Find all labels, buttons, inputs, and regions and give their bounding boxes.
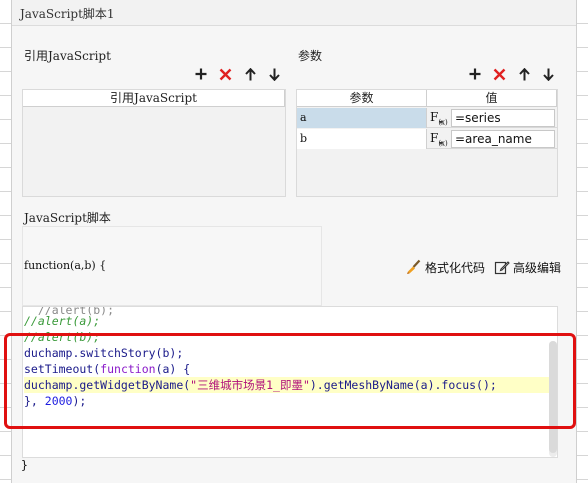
- param-value-input[interactable]: =area_name: [451, 130, 555, 148]
- imports-move-up-button[interactable]: [241, 65, 259, 83]
- javascript-dialog: JavaScript脚本1 引用JavaScript 引用JavaScript …: [4, 0, 576, 483]
- formula-button[interactable]: F(x): [428, 129, 450, 149]
- imports-add-button[interactable]: [192, 65, 210, 83]
- code-line: duchamp.switchStory(b);: [24, 346, 184, 360]
- code-line: //alert(a);: [24, 314, 101, 328]
- function-closing-brace: }: [21, 458, 28, 472]
- move-down-icon: [268, 68, 280, 81]
- chevron-down-icon: [439, 121, 443, 124]
- add-icon: [195, 68, 207, 80]
- param-name-cell[interactable]: b: [297, 129, 427, 149]
- editor-scrollbar-thumb[interactable]: [549, 341, 557, 453]
- imports-section-label: 引用JavaScript: [24, 49, 111, 63]
- dialog-titlebar: JavaScript脚本1: [12, 0, 576, 26]
- params-column-name: 参数: [297, 90, 427, 107]
- code-line: }, 2000);: [24, 394, 87, 408]
- code-line: //alert(b);: [24, 330, 101, 344]
- code-editor[interactable]: //alert(b); //alert(a); //alert(b); duch…: [22, 306, 558, 458]
- advanced-edit-label: 高级编辑: [513, 260, 562, 275]
- format-code-button[interactable]: 格式化代码: [406, 258, 485, 276]
- edit-icon: [494, 261, 510, 275]
- brush-icon: [407, 259, 421, 274]
- params-move-up-button[interactable]: [515, 65, 533, 83]
- code-line: setTimeout(function(a) {: [24, 362, 191, 376]
- add-icon: [469, 68, 481, 80]
- param-row[interactable]: b F(x) =area_name: [297, 129, 557, 149]
- params-delete-button[interactable]: [490, 65, 508, 83]
- background-sheet-right: [576, 0, 588, 483]
- move-up-icon: [518, 67, 530, 80]
- format-code-label: 格式化代码: [425, 260, 486, 275]
- params-column-value: 值: [427, 90, 557, 107]
- params-section-label: 参数: [298, 49, 323, 63]
- imports-table[interactable]: 引用JavaScript: [22, 89, 286, 197]
- imports-delete-button[interactable]: [216, 65, 234, 83]
- param-row[interactable]: a F(x) =series: [297, 108, 557, 128]
- dialog-title: JavaScript脚本1: [20, 7, 115, 21]
- param-value-input[interactable]: =series: [451, 109, 555, 127]
- advanced-edit-button[interactable]: 高级编辑: [494, 258, 561, 276]
- function-signature: function(a,b) {: [24, 259, 107, 272]
- param-name-cell[interactable]: a: [297, 108, 427, 128]
- params-move-down-button[interactable]: [539, 65, 557, 83]
- move-down-icon: [542, 68, 554, 81]
- params-table: 参数 值 a F(x) =series b F(x) =area_name: [296, 89, 558, 197]
- code-line: duchamp.getWidgetByName("三维城市场景1_即墨").ge…: [24, 378, 497, 392]
- chevron-down-icon: [439, 142, 443, 145]
- formula-button[interactable]: F(x): [428, 108, 450, 128]
- imports-column-header: 引用JavaScript: [23, 90, 285, 107]
- background-sheet-left: [0, 0, 12, 483]
- move-up-icon: [244, 67, 256, 80]
- function-signature-box: function(a,b) {: [22, 226, 322, 306]
- delete-icon: [219, 68, 231, 80]
- params-add-button[interactable]: [466, 65, 484, 83]
- imports-move-down-button[interactable]: [265, 65, 283, 83]
- script-section-label: JavaScript脚本: [24, 211, 111, 225]
- editor-scrollbar[interactable]: [549, 341, 557, 457]
- delete-icon: [493, 68, 505, 80]
